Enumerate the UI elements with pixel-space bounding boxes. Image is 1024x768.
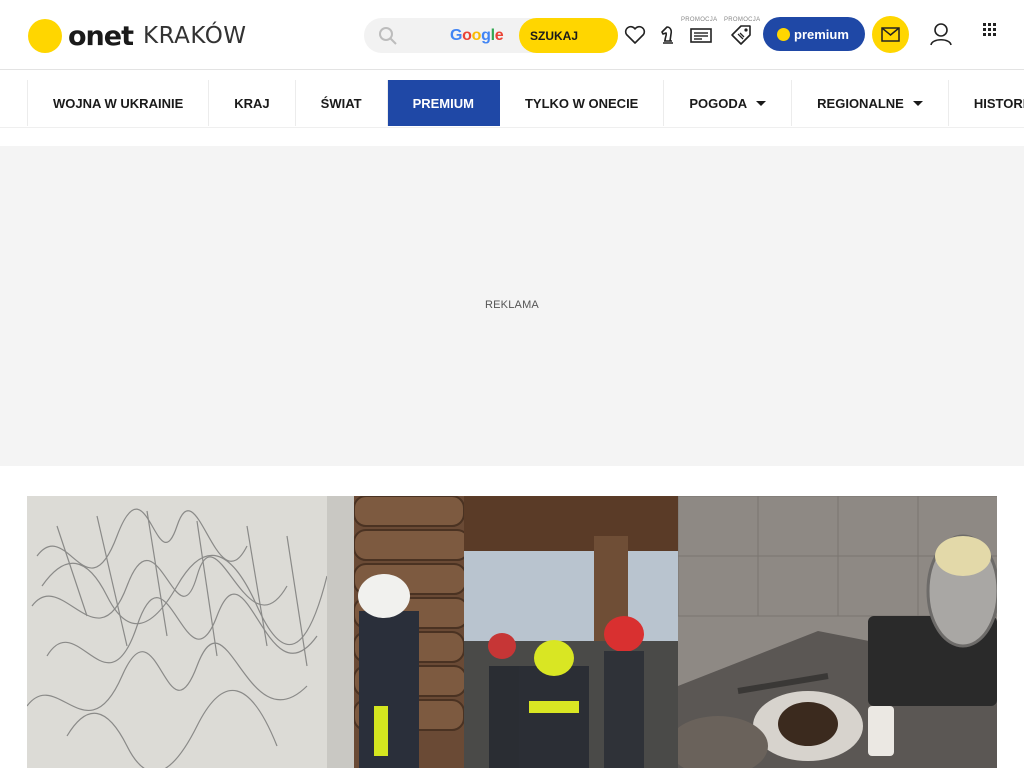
caret-down-icon: [756, 100, 767, 106]
burnt-kitchen-photo: [678, 496, 997, 768]
firefighters-scene: [354, 496, 678, 768]
nav-item-label: PREMIUM: [412, 95, 474, 111]
mail-button[interactable]: [872, 16, 909, 53]
nav-item-tylko-w-onecie[interactable]: TYLKO W ONECIE: [500, 80, 665, 126]
search-bar[interactable]: Google SZUKAJ: [364, 18, 618, 53]
premium-button[interactable]: premium: [763, 17, 865, 51]
logo-wordmark: onet: [68, 20, 134, 52]
ad-label: REKLAMA: [485, 299, 539, 311]
search-button[interactable]: SZUKAJ: [519, 18, 618, 53]
logo-dot: [28, 19, 62, 53]
nav-item-historia[interactable]: HISTORIA: [949, 80, 1024, 126]
nav-divider: [0, 127, 1024, 128]
nav-item-label: TYLKO W ONECIE: [524, 95, 639, 111]
user-icon[interactable]: [923, 16, 959, 52]
receipt-icon[interactable]: [688, 22, 714, 48]
scribble-drawing: [27, 496, 354, 768]
apps-grid-icon[interactable]: [982, 22, 998, 38]
tag-icon[interactable]: [728, 22, 754, 48]
advertisement-slot[interactable]: REKLAMA: [0, 146, 1024, 466]
nav-item-label: REGIONALNE: [817, 95, 904, 111]
chess-knight-icon[interactable]: [654, 22, 680, 48]
main-navigation: WOJNA W UKRAINIE KRAJ ŚWIAT PREMIUM TYLK…: [0, 80, 1024, 127]
search-icon: [379, 27, 397, 45]
kitchen-scene: [678, 496, 997, 768]
nav-item-label: KRAJ: [234, 95, 270, 111]
nav-item-regionalne[interactable]: REGIONALNE: [792, 80, 949, 126]
nav-item-premium[interactable]: PREMIUM: [387, 80, 500, 126]
nav-item-label: HISTORIA: [973, 95, 1024, 111]
nav-item-label: WOJNA W UKRAINIE: [53, 95, 184, 111]
caret-down-icon: [912, 100, 923, 106]
premium-button-label: premium: [794, 26, 849, 42]
firefighters-photo: [354, 496, 678, 768]
mail-icon: [881, 27, 900, 42]
hero-article-image[interactable]: [27, 496, 997, 768]
nav-item-wojna-w-ukrainie[interactable]: WOJNA W UKRAINIE: [27, 80, 210, 126]
heart-icon[interactable]: [622, 22, 648, 48]
google-label: Google: [450, 27, 504, 44]
nav-item-label: POGODA: [689, 95, 748, 111]
premium-dot-icon: [777, 27, 790, 41]
nav-item-kraj[interactable]: KRAJ: [209, 80, 296, 126]
nav-item-pogoda[interactable]: POGODA: [664, 80, 793, 126]
site-header: onet KRAKÓW Google SZUKAJ PROMOCJA PROMO…: [0, 0, 1024, 70]
logo-city: KRAKÓW: [143, 23, 247, 49]
nav-item-swiat[interactable]: ŚWIAT: [296, 80, 388, 126]
pencil-scribbles-photo: [27, 496, 354, 768]
nav-list: WOJNA W UKRAINIE KRAJ ŚWIAT PREMIUM TYLK…: [27, 80, 1024, 126]
nav-item-label: ŚWIAT: [320, 95, 362, 111]
onet-krakow-logo[interactable]: onet KRAKÓW: [28, 18, 247, 54]
